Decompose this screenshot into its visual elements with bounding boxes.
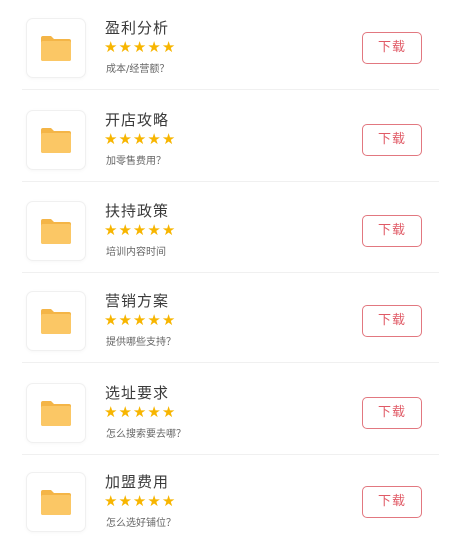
download-list: 盈利分析 ★ ★ ★ ★ ★ 成本/经营额？ 下载 开店攻略 ★ ★ ★ ★ ★… (0, 0, 461, 544)
star-icon: ★ (132, 492, 147, 510)
star-icon: ★ (147, 130, 161, 148)
star-icon: ★ (118, 221, 132, 239)
download-button[interactable]: 下载 (362, 215, 422, 247)
star-icon: ★ (104, 130, 118, 148)
star-icon: ★ (147, 311, 161, 329)
list-item: 开店攻略 ★ ★ ★ ★ ★ 加零售费用？ 下载 (0, 92, 461, 182)
star-icon: ★ (147, 221, 161, 239)
folder-icon (41, 309, 71, 334)
item-subtitle: 怎么选好铺位？ (106, 518, 176, 529)
star-icon: ★ (104, 311, 118, 329)
star-icon: ★ (132, 130, 147, 148)
star-icon: ★ (118, 403, 132, 421)
star-icon: ★ (161, 492, 176, 510)
star-icon: ★ (132, 38, 147, 56)
star-icon: ★ (147, 492, 161, 510)
folder-icon (41, 128, 71, 153)
star-icon: ★ (147, 403, 161, 421)
item-subtitle: 培训内容时间 (106, 247, 166, 258)
item-title: 扶持政策 (105, 202, 170, 220)
divider (22, 362, 439, 363)
star-icon: ★ (132, 311, 147, 329)
download-button[interactable]: 下载 (362, 486, 422, 518)
rating-stars: ★ ★ ★ ★ ★ (104, 132, 175, 147)
rating-stars: ★ ★ ★ ★ ★ (104, 494, 175, 509)
list-item: 扶持政策 ★ ★ ★ ★ ★ 培训内容时间 下载 (0, 183, 461, 273)
star-icon: ★ (104, 38, 118, 56)
folder-icon (41, 401, 71, 426)
star-icon: ★ (118, 492, 132, 510)
star-icon: ★ (104, 492, 118, 510)
star-icon: ★ (147, 38, 161, 56)
divider (22, 89, 439, 90)
folder-icon-tile (27, 19, 85, 77)
rating-stars: ★ ★ ★ ★ ★ (104, 223, 175, 238)
star-icon: ★ (118, 311, 132, 329)
star-icon: ★ (104, 403, 118, 421)
star-icon: ★ (161, 403, 176, 421)
item-title: 营销方案 (105, 292, 170, 310)
item-subtitle: 加零售费用？ (106, 156, 166, 167)
folder-icon (41, 219, 71, 244)
star-icon: ★ (104, 221, 118, 239)
divider (22, 181, 439, 182)
download-button[interactable]: 下载 (362, 305, 422, 337)
download-button[interactable]: 下载 (362, 32, 422, 64)
rating-stars: ★ ★ ★ ★ ★ (104, 40, 175, 55)
item-subtitle: 提供哪些支持？ (106, 337, 176, 348)
folder-icon-tile (27, 292, 85, 350)
item-title: 选址要求 (105, 384, 170, 402)
folder-icon (41, 490, 71, 515)
list-item: 加盟费用 ★ ★ ★ ★ ★ 怎么选好铺位？ 下载 (0, 454, 461, 544)
item-subtitle: 怎么搜索要去哪？ (106, 429, 186, 440)
star-icon: ★ (132, 403, 147, 421)
download-button[interactable]: 下载 (362, 397, 422, 429)
folder-icon (41, 36, 71, 61)
list-item: 营销方案 ★ ★ ★ ★ ★ 提供哪些支持？ 下载 (0, 273, 461, 363)
star-icon: ★ (118, 130, 132, 148)
item-title: 开店攻略 (105, 111, 170, 129)
folder-icon-tile (27, 111, 85, 169)
download-button[interactable]: 下载 (362, 124, 422, 156)
star-icon: ★ (118, 38, 132, 56)
folder-icon-tile (27, 473, 85, 531)
list-item: 盈利分析 ★ ★ ★ ★ ★ 成本/经营额？ 下载 (0, 0, 461, 90)
folder-icon-tile (27, 202, 85, 260)
star-icon: ★ (161, 38, 176, 56)
list-item: 选址要求 ★ ★ ★ ★ ★ 怎么搜索要去哪？ 下载 (0, 365, 461, 455)
star-icon: ★ (132, 221, 147, 239)
item-title: 盈利分析 (105, 19, 170, 37)
item-subtitle: 成本/经营额？ (106, 64, 170, 75)
folder-icon-tile (27, 384, 85, 442)
star-icon: ★ (161, 130, 176, 148)
rating-stars: ★ ★ ★ ★ ★ (104, 405, 175, 420)
star-icon: ★ (161, 221, 176, 239)
star-icon: ★ (161, 311, 176, 329)
rating-stars: ★ ★ ★ ★ ★ (104, 313, 175, 328)
item-title: 加盟费用 (105, 473, 170, 491)
